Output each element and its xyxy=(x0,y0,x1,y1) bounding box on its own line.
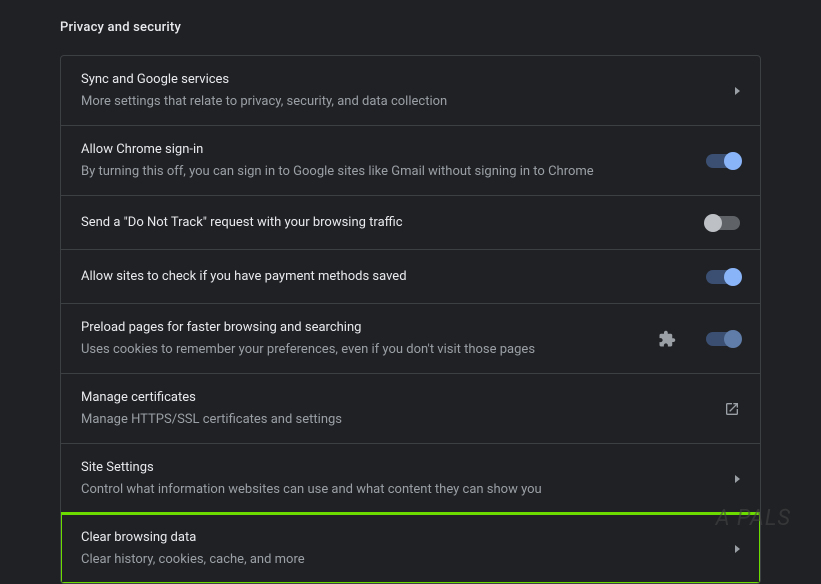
setting-text: Clear browsing data Clear history, cooki… xyxy=(81,528,723,569)
settings-list: Sync and Google services More settings t… xyxy=(60,55,761,584)
section-title: Privacy and security xyxy=(60,20,761,35)
setting-text: Send a "Do Not Track" request with your … xyxy=(81,213,694,233)
setting-text: Preload pages for faster browsing and se… xyxy=(81,318,658,359)
setting-preload-pages: Preload pages for faster browsing and se… xyxy=(61,304,760,374)
toggle-preload[interactable] xyxy=(706,332,740,346)
setting-title: Allow sites to check if you have payment… xyxy=(81,267,694,287)
chevron-right-icon xyxy=(735,475,740,483)
watermark-text: A PALS xyxy=(716,506,791,531)
toggle-allow-signin[interactable] xyxy=(706,154,740,168)
toggle-payment-check[interactable] xyxy=(706,270,740,284)
setting-subtitle: Control what information websites can us… xyxy=(81,480,723,500)
setting-title: Site Settings xyxy=(81,458,723,478)
setting-allow-chrome-signin: Allow Chrome sign-in By turning this off… xyxy=(61,126,760,196)
settings-section: Privacy and security Sync and Google ser… xyxy=(0,0,821,584)
open-external-icon xyxy=(724,401,740,417)
setting-subtitle: Uses cookies to remember your preference… xyxy=(81,340,658,360)
setting-title: Clear browsing data xyxy=(81,528,723,548)
setting-clear-browsing-data[interactable]: Clear browsing data Clear history, cooki… xyxy=(61,514,760,583)
setting-subtitle: Clear history, cookies, cache, and more xyxy=(81,550,723,570)
setting-title: Manage certificates xyxy=(81,388,712,408)
toggle-do-not-track[interactable] xyxy=(706,216,740,230)
chevron-right-icon xyxy=(735,87,740,95)
setting-payment-methods-check: Allow sites to check if you have payment… xyxy=(61,250,760,304)
setting-text: Allow Chrome sign-in By turning this off… xyxy=(81,140,694,181)
setting-manage-certificates[interactable]: Manage certificates Manage HTTPS/SSL cer… xyxy=(61,374,760,444)
extension-icon[interactable] xyxy=(658,330,676,348)
setting-title: Sync and Google services xyxy=(81,70,723,90)
setting-text: Manage certificates Manage HTTPS/SSL cer… xyxy=(81,388,712,429)
setting-text: Site Settings Control what information w… xyxy=(81,458,723,499)
setting-title: Allow Chrome sign-in xyxy=(81,140,694,160)
setting-subtitle: Manage HTTPS/SSL certificates and settin… xyxy=(81,410,712,430)
setting-text: Sync and Google services More settings t… xyxy=(81,70,723,111)
setting-title: Send a "Do Not Track" request with your … xyxy=(81,213,694,233)
setting-subtitle: By turning this off, you can sign in to … xyxy=(81,162,694,182)
setting-site-settings[interactable]: Site Settings Control what information w… xyxy=(61,444,760,514)
setting-title: Preload pages for faster browsing and se… xyxy=(81,318,658,338)
setting-sync-google-services[interactable]: Sync and Google services More settings t… xyxy=(61,56,760,126)
setting-subtitle: More settings that relate to privacy, se… xyxy=(81,92,723,112)
chevron-right-icon xyxy=(735,545,740,553)
setting-text: Allow sites to check if you have payment… xyxy=(81,267,694,287)
setting-do-not-track: Send a "Do Not Track" request with your … xyxy=(61,196,760,250)
